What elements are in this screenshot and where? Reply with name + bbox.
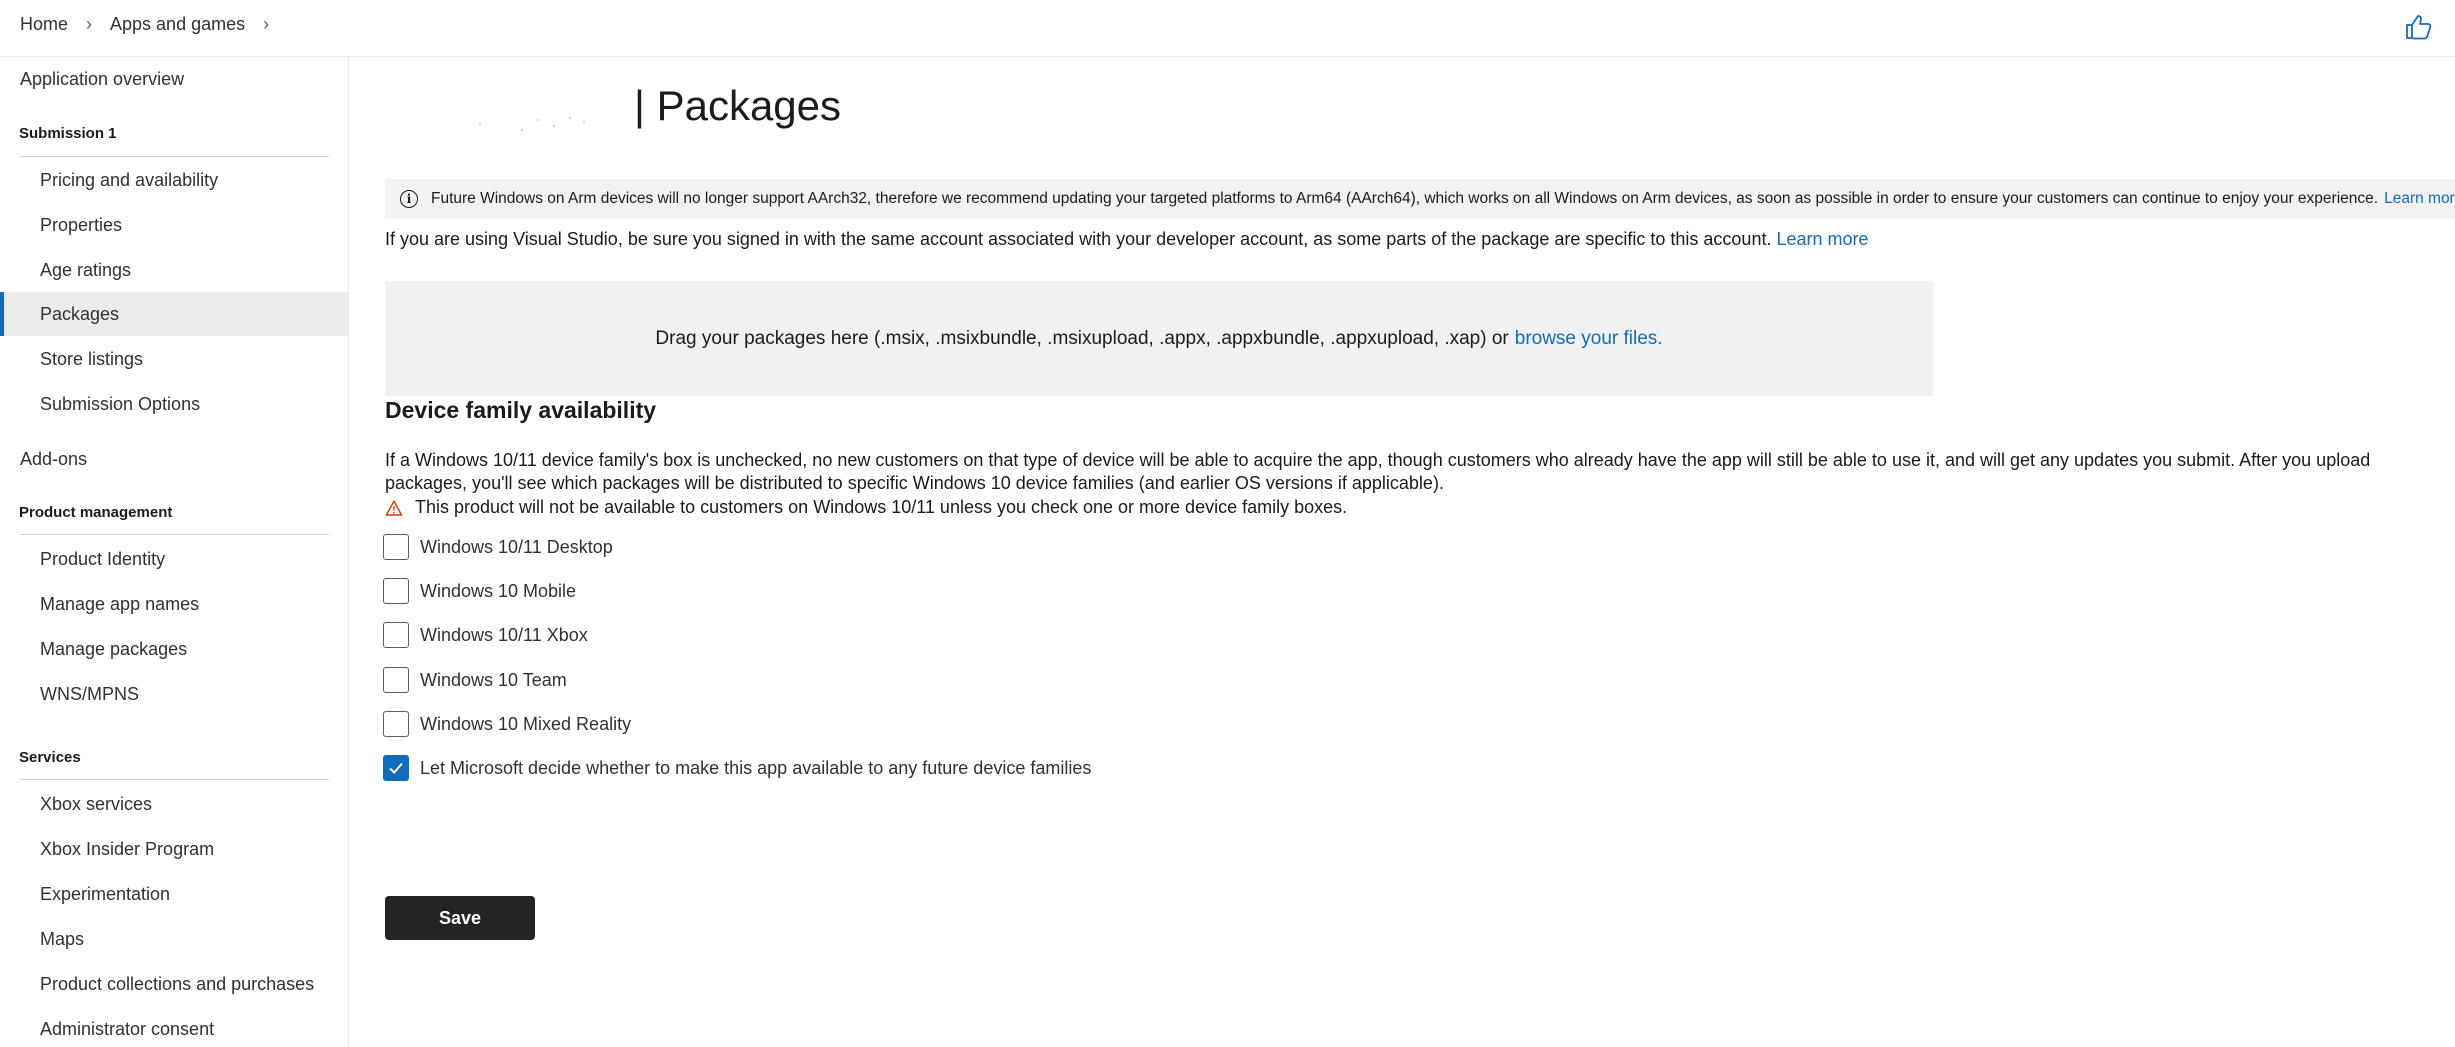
sidebar-item-maps[interactable]: Maps [0, 917, 348, 961]
info-banner-text: Future Windows on Arm devices will no lo… [431, 190, 2379, 207]
sidebar-item-manage-packages[interactable]: Manage packages [0, 627, 348, 671]
checkbox-label: Windows 10/11 Desktop [420, 536, 613, 557]
checkbox[interactable] [383, 711, 409, 737]
sidebar-section-product-management: Product management [19, 504, 173, 521]
sidebar-divider [19, 156, 329, 157]
sidebar-item-properties[interactable]: Properties [0, 203, 348, 247]
checkbox-label: Windows 10 Team [420, 669, 567, 690]
checkbox-label: Windows 10 Mobile [420, 580, 577, 601]
sidebar-item-product-collections[interactable]: Product collections and purchases [0, 962, 348, 1006]
info-icon: i [400, 190, 418, 208]
checkbox[interactable] [383, 578, 409, 604]
sidebar-item-pricing[interactable]: Pricing and availability [0, 158, 348, 202]
visual-studio-note-text: If you are using Visual Studio, be sure … [385, 229, 1772, 249]
sidebar-divider [19, 779, 329, 780]
device-option-xbox[interactable]: Windows 10/11 Xbox [383, 622, 588, 648]
checkbox[interactable] [383, 667, 409, 693]
app-name-redacted [470, 110, 600, 136]
page-title: | Packages [634, 82, 842, 129]
sidebar-item-submission-options[interactable]: Submission Options [0, 382, 348, 426]
sidebar-section-services: Services [19, 749, 81, 766]
sidebar-item-product-identity[interactable]: Product Identity [0, 537, 348, 581]
device-family-description: If a Windows 10/11 device family's box i… [385, 450, 2371, 493]
sidebar-item-xbox-services[interactable]: Xbox services [0, 782, 348, 826]
browse-files-link[interactable]: browse your files. [1515, 328, 1663, 350]
checkmark-icon [389, 762, 403, 774]
sidebar-section-submission: Submission 1 [19, 125, 117, 142]
breadcrumb: Home › Apps and games › [20, 14, 287, 35]
device-option-mobile[interactable]: Windows 10 Mobile [383, 578, 576, 604]
device-option-mixed-reality[interactable]: Windows 10 Mixed Reality [383, 711, 631, 737]
sidebar-item-application-overview[interactable]: Application overview [0, 57, 348, 101]
sidebar-item-age-ratings[interactable]: Age ratings [0, 248, 348, 292]
device-option-desktop[interactable]: Windows 10/11 Desktop [383, 534, 613, 560]
visual-studio-note: If you are using Visual Studio, be sure … [385, 229, 1869, 250]
sidebar-item-store-listings[interactable]: Store listings [0, 337, 348, 381]
info-banner-learn-more-link[interactable]: Learn more [2384, 190, 2455, 208]
sidebar-divider [19, 534, 329, 535]
sidebar-item-wns-mpns[interactable]: WNS/MPNS [0, 672, 348, 716]
sidebar-item-xbox-insider[interactable]: Xbox Insider Program [0, 827, 348, 871]
chevron-right-icon: › [86, 14, 93, 34]
package-dropzone[interactable]: Drag your packages here (.msix, .msixbun… [385, 281, 1933, 396]
sidebar-item-manage-app-names[interactable]: Manage app names [0, 582, 348, 626]
device-option-team[interactable]: Windows 10 Team [383, 667, 567, 693]
checkbox[interactable] [383, 622, 409, 648]
checkbox-label: Let Microsoft decide whether to make thi… [420, 757, 1092, 778]
device-family-title: Device family availability [385, 397, 657, 423]
checkbox-label: Windows 10/11 Xbox [420, 624, 588, 645]
checkbox-label: Windows 10 Mixed Reality [420, 713, 632, 734]
sidebar-item-administrator-consent[interactable]: Administrator consent [0, 1007, 348, 1047]
sidebar-item-packages[interactable]: Packages [0, 292, 348, 336]
device-option-future-families[interactable]: Let Microsoft decide whether to make thi… [383, 755, 1091, 781]
device-family-warning: This product will not be available to cu… [385, 497, 1347, 518]
warning-text: This product will not be available to cu… [415, 497, 1348, 517]
visual-studio-learn-more-link[interactable]: Learn more [1776, 229, 1868, 249]
breadcrumb-home[interactable]: Home [20, 14, 68, 35]
sidebar-item-experimentation[interactable]: Experimentation [0, 872, 348, 916]
sidebar-nav: Application overview Submission 1 Pricin… [0, 57, 349, 1047]
thumbs-up-icon[interactable] [2403, 12, 2433, 42]
checkbox-checked[interactable] [383, 755, 409, 781]
sidebar-item-addons[interactable]: Add-ons [0, 437, 348, 481]
breadcrumb-apps-and-games[interactable]: Apps and games [110, 14, 245, 35]
checkbox[interactable] [383, 534, 409, 560]
save-button[interactable]: Save [385, 896, 535, 940]
dropzone-text: Drag your packages here (.msix, .msixbun… [655, 327, 1509, 349]
warning-icon [385, 499, 403, 516]
chevron-right-icon: › [263, 14, 270, 34]
top-bar: Home › Apps and games › [0, 0, 2455, 57]
info-banner: i Future Windows on Arm devices will no … [385, 179, 2455, 219]
